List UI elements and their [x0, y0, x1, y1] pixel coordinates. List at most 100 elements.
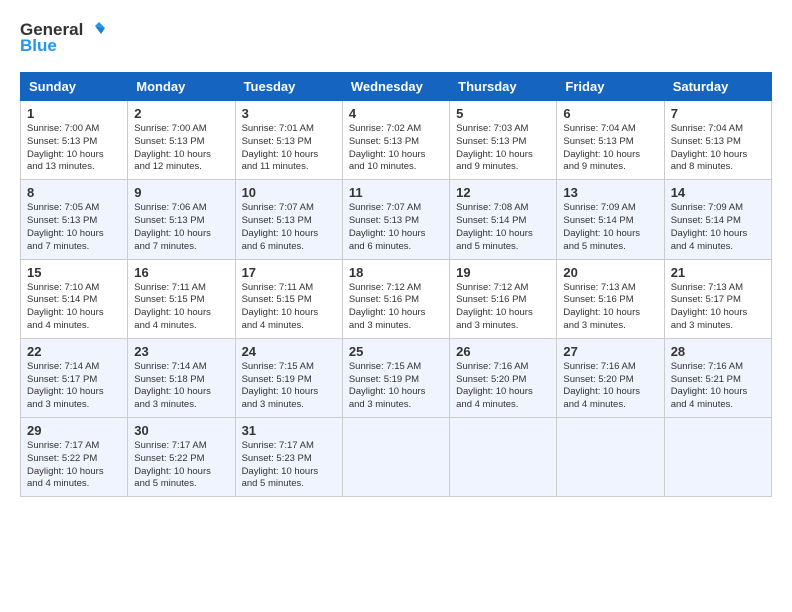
calendar-cell [450, 418, 557, 497]
day-number: 5 [456, 106, 550, 121]
calendar-cell: 15 Sunrise: 7:10 AMSunset: 5:14 PMDayligh… [21, 259, 128, 338]
calendar-cell [557, 418, 664, 497]
calendar-cell: 25Sunrise: 7:15 AMSunset: 5:19 PMDayligh… [342, 338, 449, 417]
day-number: 16 [134, 265, 228, 280]
calendar-cell: 20 Sunrise: 7:13 AMSunset: 5:16 PMDayligh… [557, 259, 664, 338]
calendar-week-5: 29 Sunrise: 7:17 AMSunset: 5:22 PMDayligh… [21, 418, 772, 497]
calendar-cell: 21Sunrise: 7:13 AMSunset: 5:17 PMDayligh… [664, 259, 771, 338]
cell-info: Sunrise: 7:02 AMSunset: 5:13 PMDaylight:… [349, 123, 443, 174]
day-number: 12 [456, 185, 550, 200]
weekday-header-tuesday: Tuesday [235, 73, 342, 101]
cell-info: Sunrise: 7:09 AMSunset: 5:14 PMDaylight:… [671, 202, 765, 253]
calendar-cell: 7 Sunrise: 7:04 AMSunset: 5:13 PMDaylight… [664, 101, 771, 180]
cell-info: Sunrise: 7:10 AMSunset: 5:14 PMDaylight:… [27, 282, 121, 333]
logo: General Blue [20, 20, 105, 56]
calendar-cell: 19 Sunrise: 7:12 AMSunset: 5:16 PMDayligh… [450, 259, 557, 338]
cell-info: Sunrise: 7:15 AMSunset: 5:19 PMDaylight:… [242, 361, 336, 412]
calendar-week-1: 1 Sunrise: 7:00 AMSunset: 5:13 PMDaylight… [21, 101, 772, 180]
day-number: 29 [27, 423, 121, 438]
calendar-cell: 26 Sunrise: 7:16 AMSunset: 5:20 PMDayligh… [450, 338, 557, 417]
calendar-cell: 17 Sunrise: 7:11 AMSunset: 5:15 PMDayligh… [235, 259, 342, 338]
day-number: 15 [27, 265, 121, 280]
cell-info: Sunrise: 7:16 AMSunset: 5:20 PMDaylight:… [456, 361, 550, 412]
cell-info: Sunrise: 7:17 AMSunset: 5:22 PMDaylight:… [134, 440, 228, 491]
calendar-week-4: 22 Sunrise: 7:14 AMSunset: 5:17 PMDayligh… [21, 338, 772, 417]
calendar-cell: 14 Sunrise: 7:09 AMSunset: 5:14 PMDayligh… [664, 180, 771, 259]
day-number: 26 [456, 344, 550, 359]
day-number: 3 [242, 106, 336, 121]
cell-info: Sunrise: 7:14 AMSunset: 5:18 PMDaylight:… [134, 361, 228, 412]
calendar-week-3: 15 Sunrise: 7:10 AMSunset: 5:14 PMDayligh… [21, 259, 772, 338]
weekday-header-row: SundayMondayTuesdayWednesdayThursdayFrid… [21, 73, 772, 101]
calendar-cell: 16Sunrise: 7:11 AMSunset: 5:15 PMDayligh… [128, 259, 235, 338]
weekday-header-saturday: Saturday [664, 73, 771, 101]
day-number: 23 [134, 344, 228, 359]
cell-info: Sunrise: 7:09 AMSunset: 5:14 PMDaylight:… [563, 202, 657, 253]
day-number: 22 [27, 344, 121, 359]
cell-info: Sunrise: 7:17 AMSunset: 5:22 PMDaylight:… [27, 440, 121, 491]
cell-info: Sunrise: 7:17 AMSunset: 5:23 PMDaylight:… [242, 440, 336, 491]
cell-info: Sunrise: 7:04 AMSunset: 5:13 PMDaylight:… [671, 123, 765, 174]
calendar-cell: 22 Sunrise: 7:14 AMSunset: 5:17 PMDayligh… [21, 338, 128, 417]
day-number: 6 [563, 106, 657, 121]
calendar-cell: 24 Sunrise: 7:15 AMSunset: 5:19 PMDayligh… [235, 338, 342, 417]
calendar-table: SundayMondayTuesdayWednesdayThursdayFrid… [20, 72, 772, 497]
cell-info: Sunrise: 7:07 AMSunset: 5:13 PMDaylight:… [349, 202, 443, 253]
day-number: 27 [563, 344, 657, 359]
calendar-cell: 8Sunrise: 7:05 AMSunset: 5:13 PMDaylight… [21, 180, 128, 259]
day-number: 7 [671, 106, 765, 121]
cell-info: Sunrise: 7:00 AMSunset: 5:13 PMDaylight:… [27, 123, 121, 174]
weekday-header-sunday: Sunday [21, 73, 128, 101]
cell-info: Sunrise: 7:14 AMSunset: 5:17 PMDaylight:… [27, 361, 121, 412]
weekday-header-wednesday: Wednesday [342, 73, 449, 101]
cell-info: Sunrise: 7:03 AMSunset: 5:13 PMDaylight:… [456, 123, 550, 174]
cell-info: Sunrise: 7:13 AMSunset: 5:16 PMDaylight:… [563, 282, 657, 333]
logo-blue: Blue [20, 36, 57, 56]
calendar-cell: 2Sunrise: 7:00 AMSunset: 5:13 PMDaylight… [128, 101, 235, 180]
cell-info: Sunrise: 7:01 AMSunset: 5:13 PMDaylight:… [242, 123, 336, 174]
day-number: 17 [242, 265, 336, 280]
day-number: 30 [134, 423, 228, 438]
day-number: 28 [671, 344, 765, 359]
calendar-cell: 10 Sunrise: 7:07 AMSunset: 5:13 PMDayligh… [235, 180, 342, 259]
calendar-cell [664, 418, 771, 497]
cell-info: Sunrise: 7:07 AMSunset: 5:13 PMDaylight:… [242, 202, 336, 253]
calendar-cell: 1 Sunrise: 7:00 AMSunset: 5:13 PMDaylight… [21, 101, 128, 180]
calendar-cell: 6Sunrise: 7:04 AMSunset: 5:13 PMDaylight… [557, 101, 664, 180]
day-number: 13 [563, 185, 657, 200]
calendar-cell: 5 Sunrise: 7:03 AMSunset: 5:13 PMDaylight… [450, 101, 557, 180]
calendar-cell: 9 Sunrise: 7:06 AMSunset: 5:13 PMDaylight… [128, 180, 235, 259]
weekday-header-monday: Monday [128, 73, 235, 101]
weekday-header-thursday: Thursday [450, 73, 557, 101]
day-number: 8 [27, 185, 121, 200]
calendar-week-2: 8Sunrise: 7:05 AMSunset: 5:13 PMDaylight… [21, 180, 772, 259]
day-number: 11 [349, 185, 443, 200]
cell-info: Sunrise: 7:16 AMSunset: 5:21 PMDaylight:… [671, 361, 765, 412]
cell-info: Sunrise: 7:06 AMSunset: 5:13 PMDaylight:… [134, 202, 228, 253]
day-number: 20 [563, 265, 657, 280]
day-number: 4 [349, 106, 443, 121]
cell-info: Sunrise: 7:12 AMSunset: 5:16 PMDaylight:… [456, 282, 550, 333]
calendar-cell: 30 Sunrise: 7:17 AMSunset: 5:22 PMDayligh… [128, 418, 235, 497]
page-header: General Blue [20, 20, 772, 56]
day-number: 19 [456, 265, 550, 280]
day-number: 9 [134, 185, 228, 200]
day-number: 31 [242, 423, 336, 438]
calendar-cell: 18Sunrise: 7:12 AMSunset: 5:16 PMDayligh… [342, 259, 449, 338]
calendar-cell: 3 Sunrise: 7:01 AMSunset: 5:13 PMDaylight… [235, 101, 342, 180]
calendar-cell: 11 Sunrise: 7:07 AMSunset: 5:13 PMDayligh… [342, 180, 449, 259]
day-number: 1 [27, 106, 121, 121]
day-number: 14 [671, 185, 765, 200]
cell-info: Sunrise: 7:00 AMSunset: 5:13 PMDaylight:… [134, 123, 228, 174]
calendar-cell: 4 Sunrise: 7:02 AMSunset: 5:13 PMDaylight… [342, 101, 449, 180]
logo-bird-icon [85, 20, 105, 40]
day-number: 24 [242, 344, 336, 359]
day-number: 21 [671, 265, 765, 280]
calendar-cell: 13 Sunrise: 7:09 AMSunset: 5:14 PMDayligh… [557, 180, 664, 259]
calendar-cell [342, 418, 449, 497]
calendar-cell: 28 Sunrise: 7:16 AMSunset: 5:21 PMDayligh… [664, 338, 771, 417]
cell-info: Sunrise: 7:11 AMSunset: 5:15 PMDaylight:… [242, 282, 336, 333]
day-number: 10 [242, 185, 336, 200]
cell-info: Sunrise: 7:15 AMSunset: 5:19 PMDaylight:… [349, 361, 443, 412]
cell-info: Sunrise: 7:12 AMSunset: 5:16 PMDaylight:… [349, 282, 443, 333]
